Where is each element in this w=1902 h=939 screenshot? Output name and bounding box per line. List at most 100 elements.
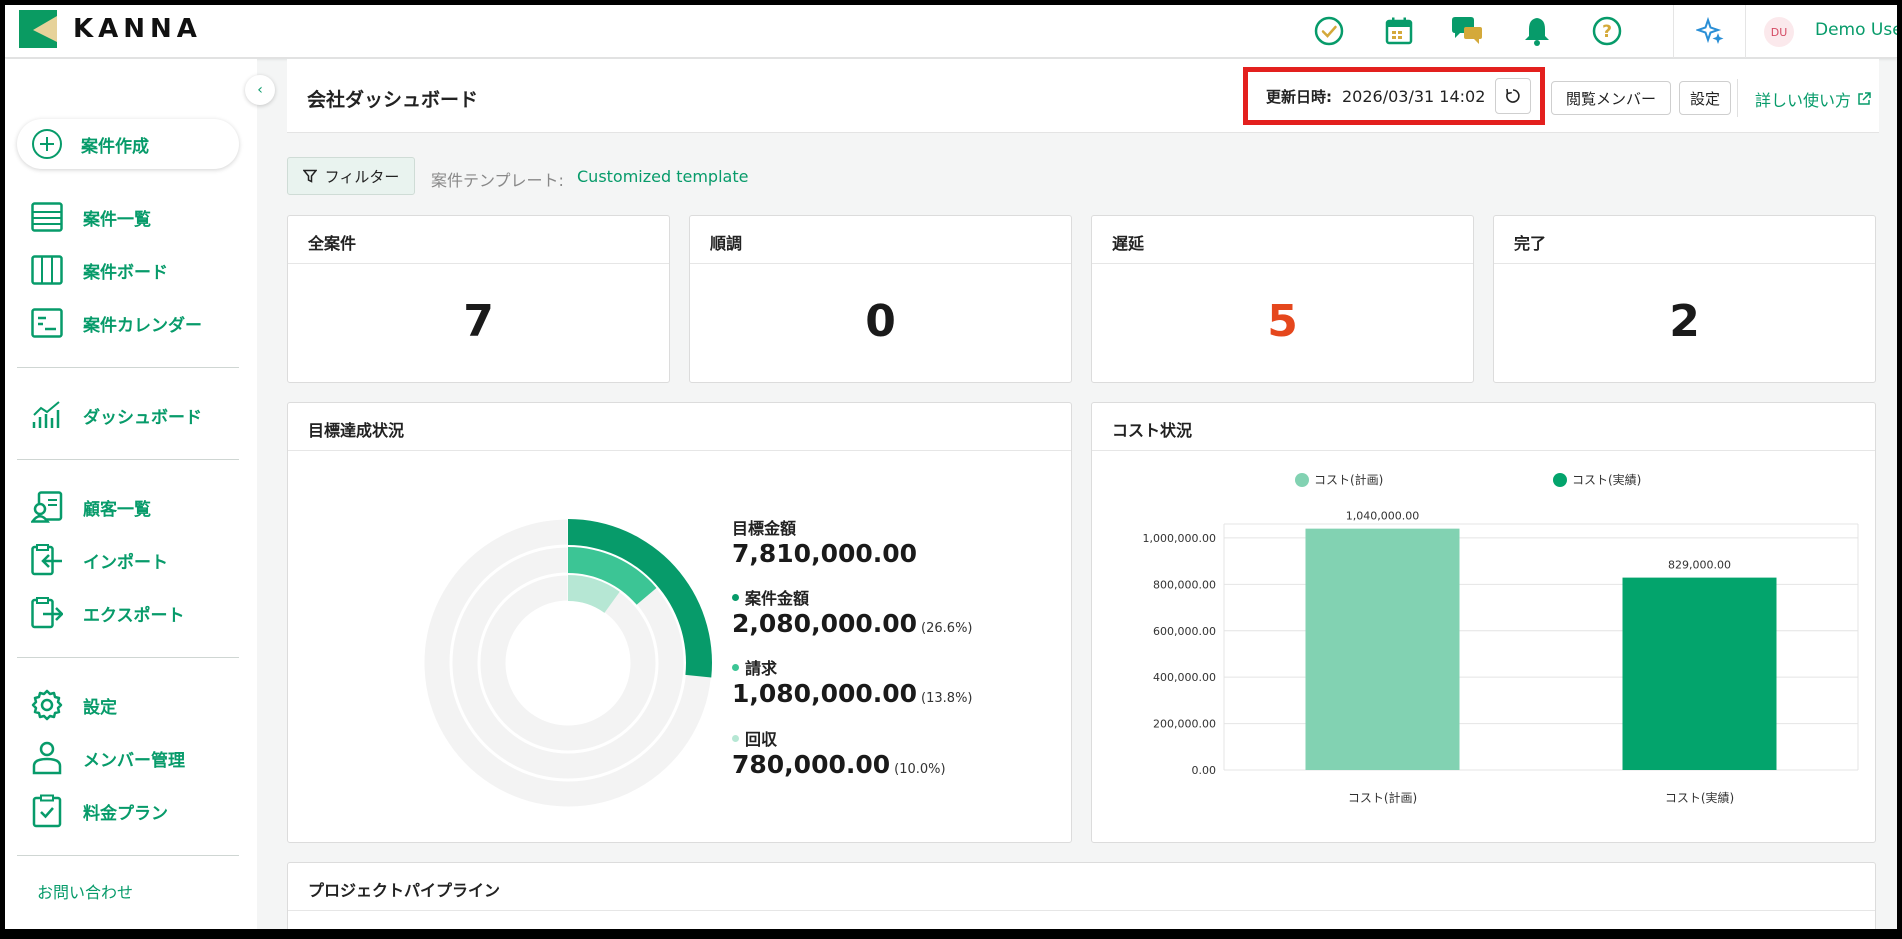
legend-value: 2,080,000.00 bbox=[732, 609, 918, 638]
gear-icon bbox=[31, 689, 63, 721]
collection-amount-value: 780,000.00 (10.0%) bbox=[732, 750, 946, 779]
legend-label: 回収 bbox=[745, 730, 778, 749]
sidebar-divider bbox=[17, 855, 239, 856]
board-icon bbox=[31, 255, 63, 285]
contact-link[interactable]: お問い合わせ bbox=[37, 879, 133, 903]
y-tick-label: 1,000,000.00 bbox=[1143, 532, 1216, 545]
sidebar-divider bbox=[17, 367, 239, 368]
stat-card-title: 順調 bbox=[690, 216, 1071, 264]
sidebar-item-label: エクスポート bbox=[83, 605, 185, 626]
sidebar-item-import[interactable]: インポート bbox=[31, 542, 168, 578]
sidebar-item-project-calendar[interactable]: 案件カレンダー bbox=[31, 305, 202, 341]
user-avatar[interactable]: DU bbox=[1764, 17, 1794, 47]
svg-text:?: ? bbox=[1602, 22, 1612, 42]
sidebar-item-label: 案件カレンダー bbox=[83, 315, 202, 336]
filter-icon bbox=[302, 169, 317, 183]
main-content: 会社ダッシュボード 更新日時: 2026/03/31 14:02 閲覧メンバー … bbox=[287, 59, 1879, 929]
template-value[interactable]: Customized template bbox=[577, 167, 748, 186]
chevron-left-icon: ‹ bbox=[257, 82, 263, 98]
legend-label: コスト(実績) bbox=[1572, 472, 1641, 487]
chat-icon[interactable] bbox=[1449, 13, 1485, 49]
stat-card-on-track[interactable]: 順調 0 bbox=[689, 215, 1072, 383]
kanna-logo[interactable]: KANNA bbox=[19, 10, 202, 48]
help-link[interactable]: 詳しい使い方 bbox=[1755, 87, 1871, 111]
cost-bar-chart: コスト(計画) コスト(実績) 0.00 200,000.00 400,000.00 60… bbox=[1143, 472, 1859, 805]
sidebar-item-label: 案件一覧 bbox=[83, 209, 151, 230]
cost-card-title: コスト状況 bbox=[1092, 403, 1875, 451]
notification-bell-icon[interactable] bbox=[1519, 13, 1555, 49]
goal-progress-donut bbox=[423, 518, 713, 808]
sidebar-divider bbox=[17, 657, 239, 658]
legend-value: 780,000.00 bbox=[732, 750, 891, 779]
stat-card-value: 2 bbox=[1669, 296, 1700, 347]
template-label: 案件テンプレート: bbox=[431, 171, 564, 190]
customer-list-icon bbox=[31, 491, 63, 523]
y-tick-label: 800,000.00 bbox=[1153, 578, 1216, 591]
x-tick-label: コスト(実績) bbox=[1665, 790, 1734, 805]
goal-status-card: 目標達成状況 目標金額 7,810,000.00 案件金額 2,080,000.… bbox=[287, 402, 1072, 843]
legend-label: 案件金額 bbox=[745, 589, 810, 608]
sidebar-collapse-button[interactable]: ‹ bbox=[245, 75, 275, 105]
refresh-button[interactable] bbox=[1495, 78, 1532, 114]
last-updated-label: 更新日時: bbox=[1266, 87, 1332, 106]
stat-card-value: 0 bbox=[865, 296, 896, 347]
bar-value-label: 1,040,000.00 bbox=[1346, 510, 1419, 523]
legend-label: コスト(計画) bbox=[1314, 472, 1383, 487]
topbar-divider bbox=[1673, 5, 1674, 58]
x-tick-label: コスト(計画) bbox=[1348, 790, 1417, 805]
sidebar-divider bbox=[17, 459, 239, 460]
last-updated-value: 2026/03/31 14:02 bbox=[1342, 86, 1486, 106]
export-icon bbox=[31, 597, 63, 629]
sidebar-item-project-board[interactable]: 案件ボード bbox=[31, 252, 168, 288]
legend-dot bbox=[732, 664, 739, 671]
viewer-members-button[interactable]: 閲覧メンバー bbox=[1551, 81, 1671, 115]
sidebar-item-label: 設定 bbox=[83, 697, 117, 718]
chart-icon bbox=[32, 401, 60, 428]
settings-button[interactable]: 設定 bbox=[1679, 81, 1731, 115]
stat-card-delayed[interactable]: 遅延 5 bbox=[1091, 215, 1474, 383]
sidebar-item-members[interactable]: メンバー管理 bbox=[31, 740, 185, 776]
legend-dot bbox=[732, 735, 739, 742]
stat-card-completed[interactable]: 完了 2 bbox=[1493, 215, 1876, 383]
create-project-button[interactable]: 案件作成 bbox=[17, 119, 239, 169]
sidebar-item-label: 顧客一覧 bbox=[83, 499, 151, 520]
stat-card-all[interactable]: 全案件 7 bbox=[287, 215, 670, 383]
help-icon[interactable]: ? bbox=[1589, 13, 1625, 49]
legend-swatch bbox=[1295, 473, 1309, 487]
y-tick-label: 600,000.00 bbox=[1153, 625, 1216, 638]
legend-swatch bbox=[1553, 473, 1567, 487]
stat-card-title: 遅延 bbox=[1092, 216, 1473, 264]
import-icon bbox=[31, 544, 62, 576]
clipboard-check-icon bbox=[32, 794, 62, 828]
page-title: 会社ダッシュボード bbox=[307, 89, 479, 111]
create-project-label: 案件作成 bbox=[81, 136, 149, 157]
help-link-label: 詳しい使い方 bbox=[1755, 91, 1852, 110]
sidebar-item-customers[interactable]: 顧客一覧 bbox=[31, 489, 151, 525]
list-icon bbox=[31, 202, 63, 232]
stat-card-value: 7 bbox=[463, 296, 494, 347]
timeline-icon bbox=[31, 308, 63, 338]
legend-dot bbox=[732, 594, 739, 601]
sidebar-item-label: 料金プラン bbox=[83, 803, 168, 824]
member-icon bbox=[32, 741, 62, 775]
sidebar-item-pricing-plan[interactable]: 料金プラン bbox=[31, 793, 168, 829]
sidebar-item-dashboard[interactable]: ダッシュボード bbox=[31, 397, 202, 433]
calendar-icon[interactable] bbox=[1381, 13, 1417, 49]
user-name[interactable]: Demo User bbox=[1815, 20, 1897, 40]
logo-text: KANNA bbox=[73, 14, 202, 44]
ai-sparkle-icon[interactable] bbox=[1693, 13, 1729, 49]
bar-1 bbox=[1622, 577, 1777, 770]
top-bar: KANNA ? DU Demo User bbox=[5, 5, 1897, 58]
bar-0 bbox=[1305, 528, 1460, 770]
sidebar-item-settings[interactable]: 設定 bbox=[31, 687, 117, 723]
sidebar-item-project-list[interactable]: 案件一覧 bbox=[31, 199, 151, 235]
y-tick-label: 200,000.00 bbox=[1153, 718, 1216, 731]
filter-button[interactable]: フィルター bbox=[287, 157, 415, 195]
sidebar-item-label: メンバー管理 bbox=[83, 750, 185, 771]
y-tick-label: 0.00 bbox=[1192, 764, 1217, 777]
task-check-icon[interactable] bbox=[1311, 13, 1347, 49]
last-updated-box: 更新日時: 2026/03/31 14:02 bbox=[1243, 67, 1545, 125]
stat-card-value: 5 bbox=[1267, 296, 1298, 347]
target-amount-value: 7,810,000.00 bbox=[732, 539, 918, 568]
sidebar-item-export[interactable]: エクスポート bbox=[31, 595, 185, 631]
